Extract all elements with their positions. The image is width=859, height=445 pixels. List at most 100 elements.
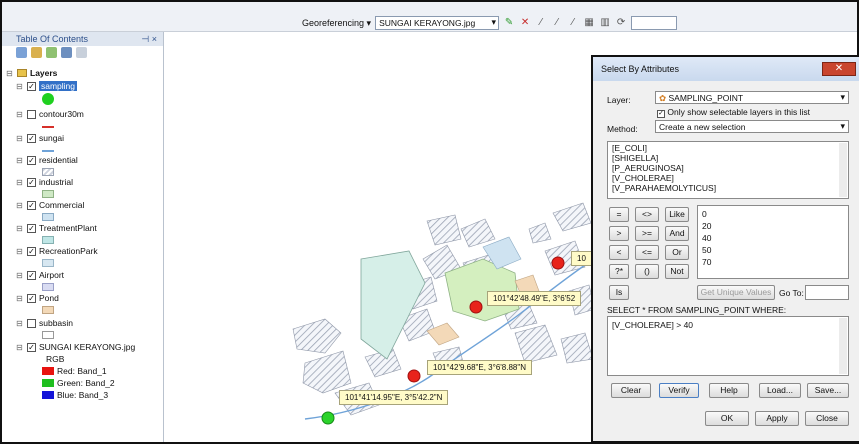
layer-sampling[interactable]: ⊟ ✓ sampling	[16, 81, 78, 91]
goto-input[interactable]	[805, 285, 849, 300]
layer-subbasin-checkbox[interactable]	[27, 318, 36, 328]
link-tool-3-icon[interactable]: ⁄	[567, 17, 579, 29]
value-item[interactable]: 40	[698, 232, 848, 244]
rotation-input[interactable]	[631, 16, 678, 30]
unique-values-list[interactable]: 0 20 40 50 70	[697, 205, 849, 279]
sampling-point-1[interactable]	[551, 256, 565, 270]
layer-image-checkbox[interactable]: ✓	[27, 342, 36, 352]
field-item[interactable]: [E_COLI]	[608, 143, 848, 153]
layer-industrial-label[interactable]: industrial	[39, 177, 73, 187]
layer-image-label[interactable]: SUNGAI KERAYONG.jpg	[39, 342, 135, 352]
field-item[interactable]: [P_AERUGINOSA]	[608, 163, 848, 173]
layer-industrial-checkbox[interactable]: ✓	[27, 177, 36, 187]
fields-scrollbar[interactable]	[839, 143, 847, 197]
ok-button[interactable]: OK	[705, 411, 749, 426]
sampling-point-4-selected[interactable]	[321, 411, 335, 425]
layer-treatmentplant-checkbox[interactable]: ✓	[27, 223, 36, 233]
layer-sungai-label[interactable]: sungai	[39, 133, 64, 143]
layer-residential-checkbox[interactable]: ✓	[27, 155, 36, 165]
expression-scrollbar[interactable]	[839, 318, 847, 374]
layer-contour30m-checkbox[interactable]	[27, 109, 36, 119]
layer-recreationpark-checkbox[interactable]: ✓	[27, 246, 36, 256]
value-item[interactable]: 50	[698, 244, 848, 256]
layer-commercial[interactable]: ⊟ ✓ Commercial	[16, 200, 84, 210]
layer-recreationpark[interactable]: ⊟ ✓ RecreationPark	[16, 246, 98, 256]
apply-button[interactable]: Apply	[755, 411, 799, 426]
add-control-points-icon[interactable]: ✎	[503, 17, 515, 29]
close-button[interactable]: Close	[805, 411, 849, 426]
op-or-button[interactable]: Or	[665, 245, 689, 260]
link-tool-1-icon[interactable]: ⁄	[535, 17, 547, 29]
view-link-table-icon[interactable]: ▦	[583, 17, 595, 29]
list-by-source-icon[interactable]	[31, 47, 42, 58]
rectify-icon[interactable]: ▥	[599, 17, 611, 29]
save-button[interactable]: Save...	[807, 383, 849, 398]
value-item[interactable]: 0	[698, 208, 848, 220]
op-lessequal-button[interactable]: <=	[635, 245, 659, 260]
rotate-icon[interactable]: ⟳	[615, 17, 627, 29]
list-by-drawing-order-icon[interactable]	[16, 47, 27, 58]
op-less-button[interactable]: <	[609, 245, 629, 260]
toc-pin-close-icon[interactable]: ⊣ ×	[141, 34, 157, 45]
layer-sampling-checkbox[interactable]: ✓	[27, 81, 36, 91]
list-by-visibility-icon[interactable]	[46, 47, 57, 58]
layer-sungai-checkbox[interactable]: ✓	[27, 133, 36, 143]
op-parentheses-button[interactable]: ()	[635, 264, 659, 279]
op-greaterequal-button[interactable]: >=	[635, 226, 659, 241]
layer-treatmentplant[interactable]: ⊟ ✓ TreatmentPlant	[16, 223, 97, 233]
layer-sungai-kerayong-jpg[interactable]: ⊟ ✓ SUNGAI KERAYONG.jpg	[16, 342, 135, 352]
field-item[interactable]: [V_CHOLERAE]	[608, 173, 848, 183]
list-by-selection-icon[interactable]	[61, 47, 72, 58]
layer-dropdown[interactable]: ✿ SAMPLING_POINT	[655, 91, 849, 104]
clear-button[interactable]: Clear	[611, 383, 651, 398]
georeferencing-layer-select[interactable]: SUNGAI KERAYONG.jpg	[375, 16, 500, 30]
op-like-button[interactable]: Like	[665, 207, 689, 222]
dialog-close-button[interactable]: ✕	[822, 62, 856, 76]
value-item[interactable]: 70	[698, 256, 848, 268]
layer-pond-checkbox[interactable]: ✓	[27, 293, 36, 303]
load-button[interactable]: Load...	[759, 383, 801, 398]
layer-pond[interactable]: ⊟ ✓ Pond	[16, 293, 59, 303]
layer-commercial-label[interactable]: Commercial	[39, 200, 84, 210]
op-is-button[interactable]: Is	[609, 285, 629, 300]
value-item[interactable]: 20	[698, 220, 848, 232]
help-button[interactable]: Help	[709, 383, 749, 398]
op-wildcard-button[interactable]: ?*	[609, 264, 629, 279]
method-dropdown[interactable]: Create a new selection	[655, 120, 849, 133]
field-item[interactable]: [SHIGELLA]	[608, 153, 848, 163]
layer-recreationpark-label[interactable]: RecreationPark	[39, 246, 98, 256]
link-tool-2-icon[interactable]: ⁄	[551, 17, 563, 29]
sampling-point-3[interactable]	[407, 369, 421, 383]
layer-pond-label[interactable]: Pond	[39, 293, 59, 303]
op-greater-button[interactable]: >	[609, 226, 629, 241]
layer-industrial[interactable]: ⊟ ✓ industrial	[16, 177, 73, 187]
georeferencing-menu[interactable]: Georeferencing ▾	[302, 18, 371, 29]
toc-options-icon[interactable]	[76, 47, 87, 58]
sampling-point-2[interactable]	[469, 300, 483, 314]
layer-commercial-checkbox[interactable]: ✓	[27, 200, 36, 210]
layer-airport[interactable]: ⊟ ✓ Airport	[16, 270, 64, 280]
op-notequal-button[interactable]: <>	[635, 207, 659, 222]
layer-sampling-label[interactable]: sampling	[39, 81, 78, 91]
layer-residential[interactable]: ⊟ ✓ residential	[16, 155, 78, 165]
layer-treatmentplant-label[interactable]: TreatmentPlant	[39, 223, 97, 233]
layer-subbasin-label[interactable]: subbasin	[39, 318, 73, 328]
layer-airport-checkbox[interactable]: ✓	[27, 270, 36, 280]
op-equals-button[interactable]: =	[609, 207, 629, 222]
only-selectable-checkbox[interactable]: ✓ Only show selectable layers in this li…	[657, 107, 810, 118]
verify-button[interactable]: Verify	[659, 383, 699, 398]
op-not-button[interactable]: Not	[665, 264, 689, 279]
layer-contour30m[interactable]: ⊟ contour30m	[16, 109, 84, 119]
layer-airport-label[interactable]: Airport	[39, 270, 64, 280]
residential-symbol-icon	[42, 168, 54, 176]
layer-contour30m-label[interactable]: contour30m	[39, 109, 84, 119]
fields-list[interactable]: [E_COLI] [SHIGELLA] [P_AERUGINOSA] [V_CH…	[607, 141, 849, 199]
control-point-tool-icon[interactable]: ✕	[519, 17, 531, 29]
layer-residential-label[interactable]: residential	[39, 155, 78, 165]
get-unique-values-button[interactable]: Get Unique Values	[697, 285, 775, 300]
op-and-button[interactable]: And	[665, 226, 689, 241]
layer-sungai[interactable]: ⊟ ✓ sungai	[16, 133, 64, 143]
field-item[interactable]: [V_PARAHAEMOLYTICUS]	[608, 183, 848, 193]
layer-subbasin[interactable]: ⊟ subbasin	[16, 318, 73, 328]
expression-textarea[interactable]: [V_CHOLERAE] > 40	[607, 316, 849, 376]
